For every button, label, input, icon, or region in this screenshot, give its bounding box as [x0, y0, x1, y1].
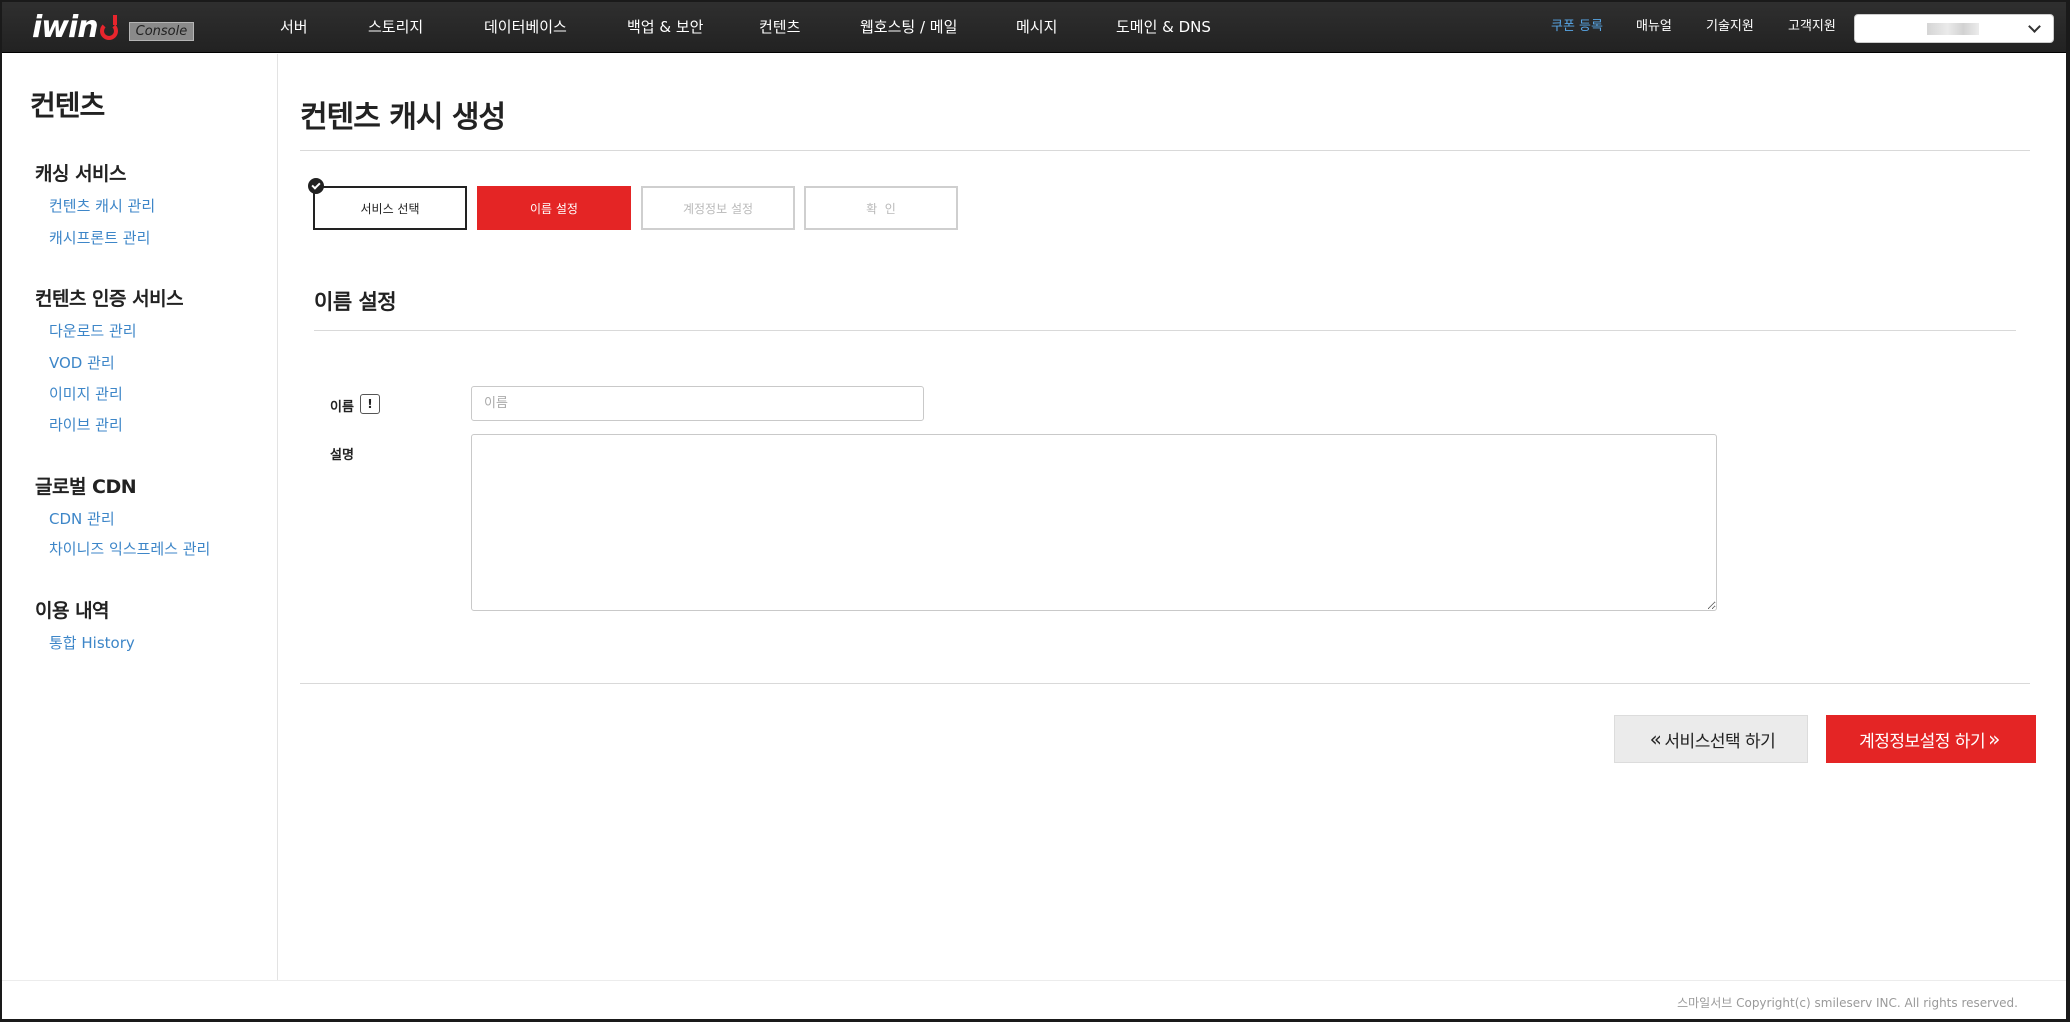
page-title: 컨텐츠 캐시 생성	[300, 100, 506, 135]
exclamation-icon[interactable]: !	[360, 394, 380, 414]
sidebar-item-download[interactable]: 다운로드 관리	[49, 320, 137, 341]
step-label: 계정정보 설정	[682, 201, 754, 216]
sidebar-title: 컨텐츠	[30, 89, 105, 122]
divider	[300, 683, 2030, 684]
name-input[interactable]	[471, 386, 924, 421]
power-icon	[99, 14, 121, 42]
footer-divider	[2, 980, 2066, 981]
sidebar-item-cachefront[interactable]: 캐시프론트 관리	[49, 227, 150, 248]
step-confirm: 확 인	[804, 186, 958, 230]
nav-item-database[interactable]: 데이터베이스	[484, 17, 567, 37]
double-chevron-right-icon: »	[1988, 727, 2000, 751]
sidebar-group-usage: 이용 내역	[35, 600, 110, 622]
account-select[interactable]	[1854, 14, 2054, 43]
account-name-redacted	[1927, 23, 1979, 35]
sidebar-item-live[interactable]: 라이브 관리	[49, 414, 123, 435]
sidebar-item-history[interactable]: 통합 History	[49, 632, 135, 653]
section-title: 이름 설정	[314, 290, 397, 314]
description-label: 설명	[330, 448, 354, 463]
description-textarea[interactable]	[471, 434, 1717, 611]
sidebar-group-auth: 컨텐츠 인증 서비스	[35, 288, 184, 310]
chevron-down-icon	[2028, 20, 2041, 33]
nav-item-storage[interactable]: 스토리지	[368, 17, 423, 37]
nav-item-contents[interactable]: 컨텐츠	[759, 17, 800, 37]
sidebar-item-content-cache[interactable]: 컨텐츠 캐시 관리	[49, 195, 155, 216]
sidebar-item-vod[interactable]: VOD 관리	[49, 352, 115, 373]
divider	[314, 330, 2016, 331]
next-step-button[interactable]: 계정정보설정 하기 »	[1826, 715, 2036, 763]
sidebar-group-global-cdn: 글로벌 CDN	[35, 476, 137, 498]
logo-text: iwin	[32, 10, 99, 45]
step-account-setting: 계정정보 설정	[641, 186, 795, 230]
nav-item-webhosting-mail[interactable]: 웹호스팅 / 메일	[860, 17, 957, 37]
console-badge: Console	[128, 21, 195, 41]
step-label: 이름 설정	[530, 201, 578, 216]
footer-copyright: 스마일서브 Copyright(c) smileserv INC. All ri…	[1677, 996, 2018, 1010]
step-label: 확 인	[866, 201, 896, 216]
tech-support-link[interactable]: 기술지원	[1706, 17, 1754, 37]
sidebar: 컨텐츠 캐싱 서비스 컨텐츠 캐시 관리 캐시프론트 관리 컨텐츠 인증 서비스…	[2, 54, 278, 980]
top-navigation-bar: iwin Console 서버 스토리지 데이터베이스 백업 & 보안 컨텐츠 …	[2, 2, 2066, 53]
nav-item-server[interactable]: 서버	[280, 17, 308, 37]
step-name-setting[interactable]: 이름 설정	[477, 186, 631, 230]
double-chevron-left-icon: «	[1649, 727, 1662, 751]
nav-item-domain-dns[interactable]: 도메인 & DNS	[1116, 17, 1211, 37]
prev-step-button[interactable]: « 서비스선택 하기	[1614, 715, 1808, 763]
sidebar-item-chinese-express[interactable]: 차이니즈 익스프레스 관리	[49, 538, 210, 559]
prev-step-label: 서비스선택 하기	[1664, 731, 1776, 752]
logo[interactable]: iwin Console	[32, 10, 195, 45]
sidebar-item-image[interactable]: 이미지 관리	[49, 383, 123, 404]
step-service-select[interactable]: 서비스 선택	[313, 186, 467, 230]
nav-item-backup-security[interactable]: 백업 & 보안	[627, 17, 703, 37]
divider	[300, 150, 2030, 151]
name-label: 이름	[330, 400, 354, 415]
app-frame: iwin Console 서버 스토리지 데이터베이스 백업 & 보안 컨텐츠 …	[2, 2, 2066, 1019]
nav-item-message[interactable]: 메시지	[1016, 17, 1057, 37]
step-label: 서비스 선택	[360, 201, 420, 216]
sidebar-item-cdn[interactable]: CDN 관리	[49, 508, 115, 529]
customer-support-link[interactable]: 고객지원	[1788, 17, 1836, 37]
manual-link[interactable]: 매뉴얼	[1636, 17, 1672, 37]
check-circle-icon	[308, 178, 324, 194]
coupon-register-link[interactable]: 쿠폰 등록	[1551, 17, 1603, 37]
sidebar-group-caching: 캐싱 서비스	[35, 163, 127, 185]
next-step-label: 계정정보설정 하기	[1859, 731, 1986, 752]
